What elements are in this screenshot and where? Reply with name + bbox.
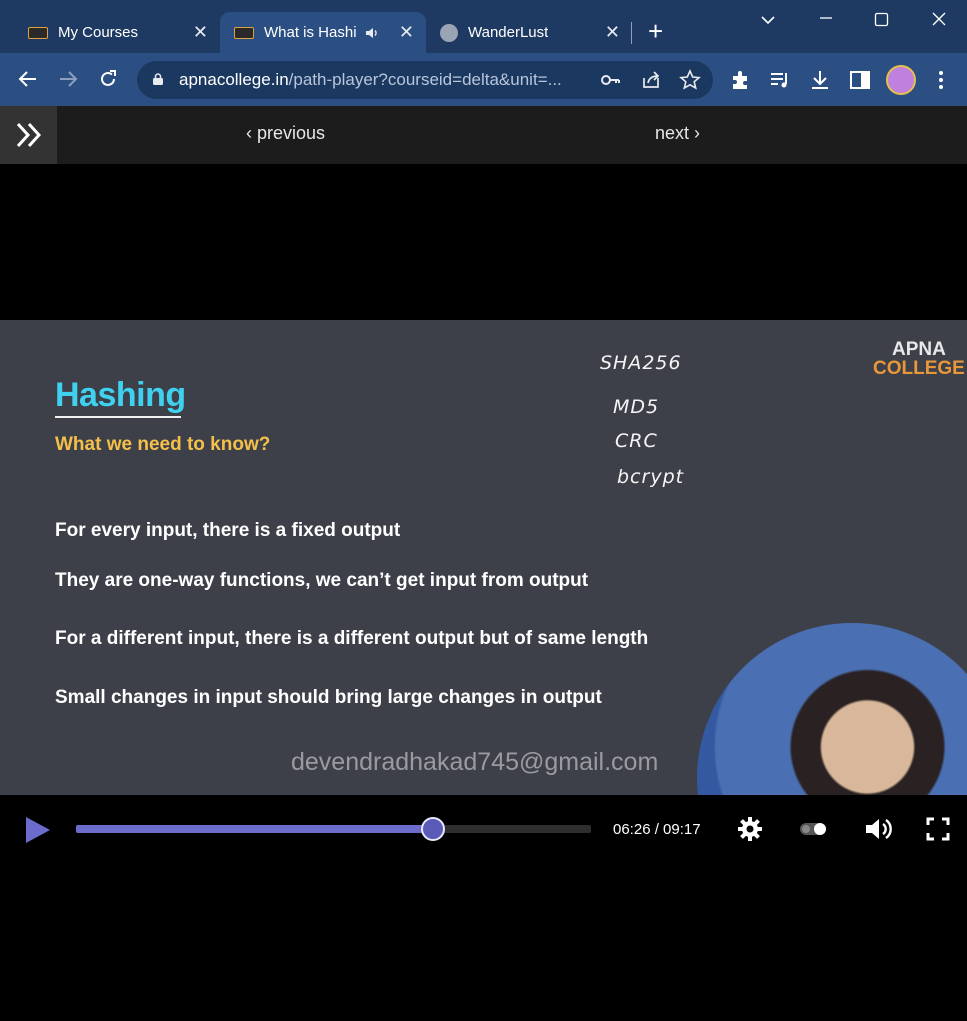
handwritten-note: MD5 — [613, 396, 660, 418]
new-tab-button[interactable]: + — [648, 18, 663, 44]
video-letterbox — [0, 164, 967, 320]
double-chevron-right-icon — [16, 122, 42, 148]
player-navigation: ‹ previous next › — [0, 106, 967, 164]
tab-divider — [631, 22, 632, 44]
handwritten-note: SHA256 — [600, 352, 682, 374]
side-panel-icon[interactable] — [848, 68, 872, 92]
play-icon[interactable] — [24, 815, 52, 845]
url-path: /path-player?courseid=delta&unit=... — [288, 70, 562, 89]
speed-toggle-icon[interactable] — [798, 815, 830, 843]
download-icon[interactable] — [808, 68, 832, 92]
media-control-icon[interactable] — [768, 68, 792, 92]
forward-icon[interactable] — [58, 69, 78, 89]
more-options-icon[interactable] — [929, 68, 953, 92]
handwritten-note: CRC — [615, 430, 658, 452]
email-watermark: devendradhakad745@gmail.com — [291, 748, 659, 776]
lock-icon[interactable] — [153, 73, 163, 85]
next-link[interactable]: next › — [655, 123, 700, 144]
apna-college-logo: APNA COLLEGE — [873, 340, 965, 378]
previous-link[interactable]: ‹ previous — [246, 123, 325, 144]
close-window-icon[interactable] — [931, 11, 947, 27]
slide-subtitle: What we need to know? — [55, 434, 271, 455]
bookmark-star-icon[interactable] — [679, 69, 701, 91]
seek-progress — [76, 825, 434, 833]
tab-title: WanderLust — [468, 24, 549, 41]
slide-point: For a different input, there is a differ… — [55, 628, 649, 649]
slide-point: They are one-way functions, we can’t get… — [55, 570, 589, 591]
tab-strip: My Courses ✕ What is Hashi ✕ WanderLust … — [0, 0, 967, 53]
apna-college-icon — [28, 26, 48, 39]
slide-point: Small changes in input should bring larg… — [55, 687, 602, 708]
tab-my-courses[interactable]: My Courses ✕ — [16, 12, 220, 53]
reload-icon[interactable] — [98, 69, 118, 89]
logo-line-1: APNA — [892, 339, 946, 360]
minimize-icon[interactable] — [818, 10, 834, 26]
url-text[interactable]: apnacollege.in/path-player?courseid=delt… — [179, 70, 562, 90]
seek-handle[interactable] — [421, 817, 446, 841]
slide-title: Hashing — [55, 376, 186, 414]
speaker-icon[interactable] — [364, 25, 380, 41]
apna-college-icon — [234, 26, 254, 39]
profile-avatar[interactable] — [886, 65, 916, 95]
tab-what-is-hashing[interactable]: What is Hashi ✕ — [220, 12, 426, 53]
tab-wanderlust[interactable]: WanderLust ✕ — [426, 12, 632, 53]
logo-line-2: COLLEGE — [873, 358, 965, 379]
player-controls: 06:26 / 09:17 — [0, 795, 967, 865]
title-underline — [55, 416, 181, 418]
close-tab-icon[interactable]: ✕ — [193, 22, 208, 42]
instructor-webcam — [697, 623, 967, 795]
maximize-icon[interactable] — [874, 12, 889, 27]
seek-bar[interactable] — [76, 817, 591, 841]
tab-search-icon[interactable] — [760, 14, 776, 26]
back-icon[interactable] — [18, 69, 38, 89]
tab-title: My Courses — [58, 24, 139, 41]
volume-icon[interactable] — [864, 815, 896, 843]
address-bar[interactable]: apnacollege.in/path-player?courseid=delt… — [137, 61, 713, 99]
time-display: 06:26 / 09:17 — [613, 821, 701, 838]
handwritten-note: bcrypt — [617, 466, 685, 488]
settings-gear-icon[interactable] — [736, 815, 764, 843]
globe-icon — [440, 23, 458, 42]
fullscreen-icon[interactable] — [926, 815, 950, 843]
video-frame[interactable]: Hashing What we need to know? For every … — [0, 320, 967, 795]
close-tab-icon[interactable]: ✕ — [605, 22, 620, 42]
extensions-icon[interactable] — [729, 68, 753, 92]
slide-point: For every input, there is a fixed output — [55, 520, 401, 541]
close-tab-icon[interactable]: ✕ — [399, 22, 414, 42]
url-host: apnacollege.in — [179, 70, 289, 89]
sidebar-toggle-button[interactable] — [0, 106, 57, 164]
browser-toolbar: apnacollege.in/path-player?courseid=delt… — [0, 53, 967, 106]
key-icon[interactable] — [599, 69, 621, 91]
share-icon[interactable] — [640, 69, 662, 91]
tab-title: What is Hashi — [264, 24, 357, 41]
